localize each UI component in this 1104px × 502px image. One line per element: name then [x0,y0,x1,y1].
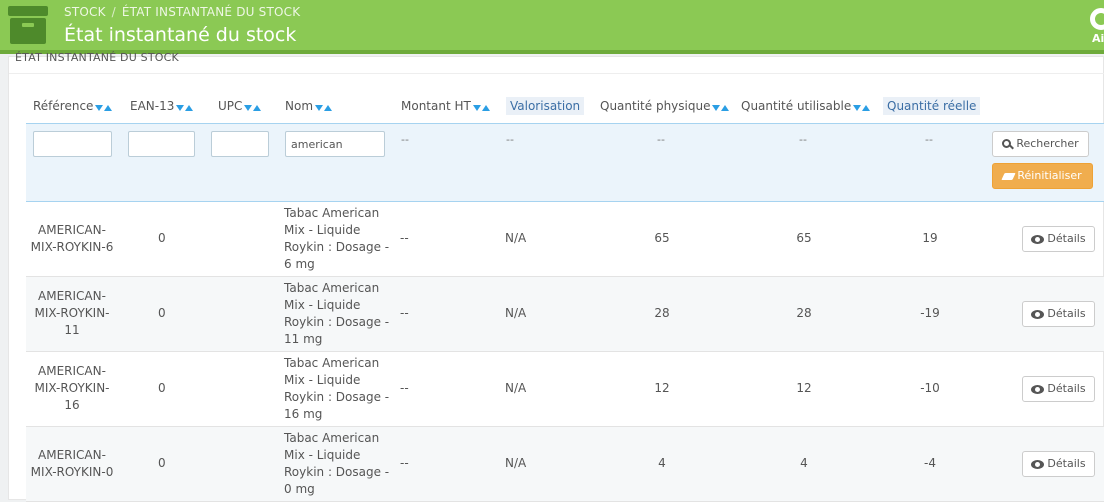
cell-usable-quantity: 65 [796,231,812,245]
cell-name: Tabac American Mix - Liquide Roykin : Dosa… [284,356,390,421]
sort-arrows-icon[interactable] [472,98,490,116]
cell-real-quantity: -4 [924,456,936,470]
filter-reference-input[interactable] [33,131,112,157]
column-label: Quantité utilisable [741,99,852,113]
panel-divider [9,73,1104,74]
breadcrumb-separator: / [111,5,116,19]
sort-arrows-icon[interactable] [315,98,333,116]
column-label: UPC [218,99,243,113]
cell-valuation: N/A [505,456,527,470]
column-header-real-quantity: Quantité réelle [883,97,981,115]
column-header-amount[interactable]: Montant HT [401,97,490,115]
cell-valuation: N/A [505,306,527,320]
filter-upc-input[interactable] [211,131,269,157]
search-button[interactable]: Rechercher [992,131,1089,157]
cell-ean13: 0 [158,456,166,470]
reset-button[interactable]: Réinitialiser [992,163,1093,189]
cell-amount: -- [400,381,409,395]
column-header-ean13[interactable]: EAN-13 [130,97,194,116]
cell-ean13: 0 [158,381,166,395]
eye-icon [1031,309,1045,319]
column-header-name[interactable]: Nom [285,97,333,116]
cell-reference: AMERICAN- MIX-ROYKIN- 16 [34,364,110,412]
reset-button-label: Réinitialiser [1017,169,1082,182]
breadcrumb-item-current[interactable]: ÉTAT INSTANTANÉ DU STOCK [122,5,300,19]
cell-physical-quantity: 4 [658,456,666,470]
panel-heading: ÉTAT INSTANTANÉ DU STOCK [15,51,179,64]
details-button-label: Détails [1047,307,1086,320]
filter-placeholder: -- [799,133,807,146]
help-button[interactable]: Ai [1084,4,1104,48]
cell-physical-quantity: 65 [654,231,670,245]
eye-icon [1031,234,1045,244]
sort-arrows-icon[interactable] [712,98,730,116]
cell-real-quantity: -19 [920,306,940,320]
cell-name: Tabac American Mix - Liquide Roykin : Dosa… [284,431,390,496]
column-label: Référence [33,99,94,113]
cell-amount: -- [400,456,409,470]
column-header-valuation: Valorisation [506,97,585,115]
sort-arrows-icon[interactable] [853,98,871,116]
details-button-label: Détails [1047,232,1086,245]
details-button[interactable]: Détails [1022,376,1095,402]
details-button[interactable]: Détails [1022,301,1095,327]
sort-arrows-icon[interactable] [244,98,262,116]
cell-real-quantity: 19 [922,231,938,245]
cell-usable-quantity: 4 [800,456,808,470]
cell-amount: -- [400,306,409,320]
cell-amount: -- [400,231,409,245]
eraser-icon [1001,172,1017,180]
lifebuoy-icon [1090,8,1104,30]
filter-ean13-input[interactable] [128,131,195,157]
cell-physical-quantity: 12 [654,381,670,395]
column-header-usable-quantity[interactable]: Quantité utilisable [741,97,871,116]
cell-name: Tabac American Mix - Liquide Roykin : Dosa… [284,281,390,346]
breadcrumb-item-stock[interactable]: STOCK [64,5,106,19]
filter-placeholder: -- [506,133,514,146]
column-label: EAN-13 [130,99,175,113]
cell-ean13: 0 [158,306,166,320]
details-button-label: Détails [1047,382,1086,395]
cell-usable-quantity: 28 [796,306,812,320]
page-header: STOCK / ÉTAT INSTANTANÉ DU STOCK État inst… [0,0,1104,50]
column-header-reference[interactable]: Référence [33,97,113,116]
cell-reference: AMERICAN- MIX-ROYKIN-6 [30,223,114,254]
details-button-label: Détails [1047,457,1086,470]
sort-arrows-icon[interactable] [95,98,113,116]
cell-ean13: 0 [158,231,166,245]
details-button[interactable]: Détails [1022,226,1095,252]
filter-name-input[interactable] [285,131,385,157]
cell-name: Tabac American Mix - Liquide Roykin : Dosa… [284,206,390,271]
breadcrumb: STOCK / ÉTAT INSTANTANÉ DU STOCK [64,5,300,19]
column-header-upc[interactable]: UPC [218,97,262,116]
filter-placeholder: -- [657,133,665,146]
cell-reference: AMERICAN- MIX-ROYKIN-0 [30,448,114,479]
cell-valuation: N/A [505,381,527,395]
column-header-physical-quantity[interactable]: Quantité physique [600,97,730,116]
cell-physical-quantity: 28 [654,306,670,320]
help-label: Ai [1092,32,1104,45]
search-icon [1002,138,1015,150]
stock-box-icon [8,6,48,44]
column-label: Montant HT [401,99,471,113]
column-label: Nom [285,99,314,113]
eye-icon [1031,384,1045,394]
filter-placeholder: -- [925,133,933,146]
column-label: Quantité physique [600,99,711,113]
search-button-label: Rechercher [1016,137,1079,150]
cell-real-quantity: -10 [920,381,940,395]
cell-valuation: N/A [505,231,527,245]
sort-arrows-icon[interactable] [176,98,194,116]
details-button[interactable]: Détails [1022,451,1095,477]
page-title: État instantané du stock [64,24,297,46]
eye-icon [1031,459,1045,469]
cell-usable-quantity: 12 [796,381,812,395]
cell-reference: AMERICAN- MIX-ROYKIN- 11 [34,289,110,337]
filter-placeholder: -- [401,133,409,146]
